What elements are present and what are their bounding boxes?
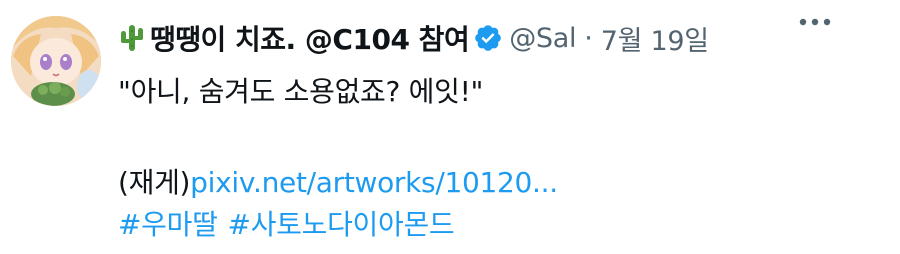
tweet-date[interactable]: 7월 19일 bbox=[601, 19, 709, 58]
tweet-header: 땡땡이 치죠. @C104 참여 @Sal · 7월 19일 bbox=[118, 16, 888, 60]
link-prefix: (재게) bbox=[118, 166, 191, 199]
tweet[interactable]: 땡땡이 치죠. @C104 참여 @Sal · 7월 19일 "아니, 숨겨도 … bbox=[0, 0, 900, 254]
avatar[interactable] bbox=[11, 16, 101, 106]
tweet-link-line: (재게)pixiv.net/artworks/10120... bbox=[118, 161, 558, 201]
hashtag-line: #우마딸 #사토노다이아몬드 bbox=[118, 203, 464, 243]
display-name[interactable]: 땡땡이 치죠. @C104 참여 bbox=[150, 18, 469, 58]
pixiv-link[interactable]: pixiv.net/artworks/10120... bbox=[190, 166, 558, 199]
cactus-icon bbox=[121, 25, 143, 51]
avatar-image bbox=[11, 16, 101, 106]
hashtag-link[interactable]: #우마딸 bbox=[118, 208, 218, 241]
separator-dot: · bbox=[584, 22, 593, 54]
verified-badge-icon bbox=[475, 25, 502, 51]
tweet-text-line: "아니, 숨겨도 소용없죠? 에잇!" bbox=[118, 75, 484, 108]
user-handle[interactable]: @Sal bbox=[509, 23, 576, 54]
more-options-icon[interactable] bbox=[795, 12, 835, 32]
hashtag-link[interactable]: #사토노다이아몬드 bbox=[228, 208, 455, 241]
